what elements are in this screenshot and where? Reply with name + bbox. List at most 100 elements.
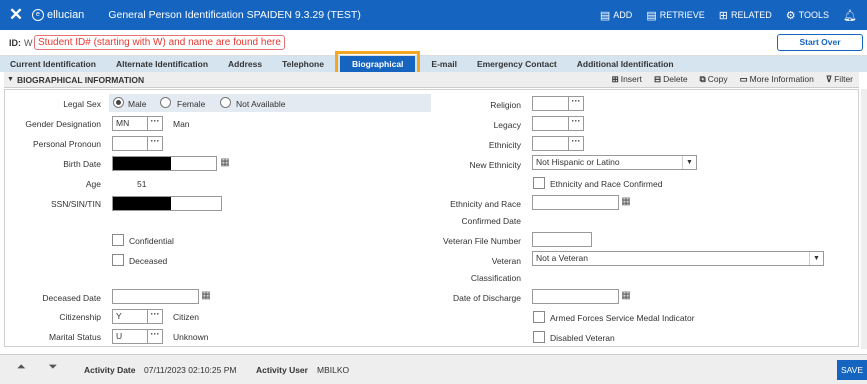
confidential-checkbox[interactable] (112, 234, 124, 246)
armed-forces-label: Armed Forces Service Medal Indicator (550, 313, 695, 323)
tools-button[interactable]: ⚙ TOOLS (786, 9, 829, 22)
activity-date-value: 07/11/2023 02:10:25 PM (144, 365, 237, 375)
veteran-classification-select[interactable]: Not a Veteran ▼ (532, 251, 824, 266)
female-radio[interactable] (160, 97, 171, 108)
eth-race-confirmed-label: Ethnicity and Race Confirmed (550, 179, 663, 189)
tab-telephone[interactable]: Telephone (272, 56, 334, 72)
gender-description: Man (173, 119, 190, 129)
new-ethnicity-label: New Ethnicity (469, 160, 522, 170)
copy-label: Copy (707, 74, 728, 84)
last-record-icon[interactable]: ⏷ (40, 361, 66, 377)
redacted-birth-date (113, 157, 171, 170)
activity-user-label: Activity User (256, 365, 308, 375)
male-radio[interactable] (113, 97, 124, 108)
collapse-icon[interactable]: ▼ (7, 76, 14, 83)
new-ethnicity-select[interactable]: Not Hispanic or Latino ▼ (532, 155, 697, 170)
ellucian-logo-icon: e (32, 9, 44, 21)
legacy-label: Legacy (493, 120, 521, 130)
ethnicity-label: Ethnicity (488, 140, 521, 150)
pronoun-lookup-button[interactable]: ··· (147, 136, 163, 151)
copy-button[interactable]: ⧉ Copy (700, 74, 728, 85)
ethnicity-lookup-button[interactable]: ··· (568, 136, 584, 151)
age-label: Age (85, 179, 101, 189)
start-over-button[interactable]: Start Over (777, 34, 863, 51)
tab-current-identification[interactable]: Current Identification (0, 56, 106, 72)
add-icon: ▤ (599, 9, 611, 22)
marital-status-field[interactable]: U (112, 329, 148, 344)
confidential-label: Confidential (129, 236, 174, 246)
ethnicity-field[interactable] (532, 136, 569, 151)
filter-button[interactable]: ⊽ Filter (826, 74, 853, 85)
tab-biographical[interactable]: Biographical (334, 51, 421, 77)
discharge-date-label: Date of Discharge (452, 293, 521, 303)
personal-pronoun-field[interactable] (112, 136, 148, 151)
discharge-date-field[interactable] (532, 289, 619, 304)
not-available-radio[interactable] (220, 97, 231, 108)
religion-label: Religion (490, 100, 521, 110)
tab-address[interactable]: Address (218, 56, 272, 72)
save-button[interactable]: SAVE (837, 360, 867, 380)
related-button[interactable]: ⊞ RELATED (719, 9, 772, 22)
citizenship-lookup-button[interactable]: ··· (147, 309, 163, 324)
more-information-label: More Information (749, 74, 814, 84)
legacy-field[interactable] (532, 116, 569, 131)
delete-button[interactable]: ⊟ Delete (654, 74, 688, 85)
vertical-scrollbar[interactable] (861, 89, 867, 349)
religion-lookup-button[interactable]: ··· (568, 96, 584, 111)
eth-race-confirmed-checkbox[interactable] (533, 177, 545, 189)
legal-sex-label: Legal Sex (63, 99, 101, 109)
page-title: General Person Identification SPAIDEN 9.… (108, 9, 361, 21)
id-label: ID: (9, 38, 21, 48)
related-icon: ⊞ (718, 9, 728, 22)
section-tools: ⊞ Insert ⊟ Delete ⧉ Copy ▭ More Information … (612, 74, 853, 85)
marital-description: Unknown (173, 332, 209, 342)
related-label: RELATED (730, 10, 772, 20)
close-icon[interactable]: ✕ (0, 5, 32, 25)
calendar-icon[interactable]: ▦ (619, 289, 633, 304)
calendar-icon[interactable]: ▦ (218, 156, 232, 171)
marital-status-label: Marital Status (49, 332, 101, 342)
armed-forces-checkbox[interactable] (533, 311, 545, 323)
more-information-button[interactable]: ▭ More Information (740, 74, 814, 85)
document-icon: ▭ (739, 74, 748, 84)
retrieve-button[interactable]: ▤ RETRIEVE (646, 9, 704, 22)
female-label: Female (177, 99, 206, 109)
gender-designation-label: Gender Designation (25, 119, 101, 129)
veteran-file-field[interactable] (532, 232, 592, 247)
chevron-down-icon: ▼ (682, 156, 696, 169)
gender-designation-field[interactable]: MN (112, 116, 148, 131)
citizenship-description: Citizen (173, 312, 199, 322)
delete-label: Delete (663, 74, 688, 84)
gender-lookup-button[interactable]: ··· (147, 116, 163, 131)
veteran-file-label: Veteran File Number (443, 236, 521, 246)
eth-race-date-label: Ethnicity and Race (450, 199, 521, 209)
tab-email[interactable]: E-mail (421, 56, 467, 72)
insert-button[interactable]: ⊞ Insert (612, 74, 642, 85)
religion-field[interactable] (532, 96, 569, 111)
top-bar: ✕ e ellucian General Person Identificatio… (0, 0, 867, 30)
deceased-date-field[interactable] (112, 289, 199, 304)
eth-race-date-label-2: Confirmed Date (461, 216, 521, 226)
disabled-veteran-checkbox[interactable] (533, 331, 545, 343)
ssn-label: SSN/SIN/TIN (50, 199, 101, 209)
notification-bell-icon[interactable]: 🔔︎ (843, 9, 857, 22)
brand-name: ellucian (47, 9, 85, 21)
legacy-lookup-button[interactable]: ··· (568, 116, 584, 131)
tab-additional-identification[interactable]: Additional Identification (567, 56, 684, 72)
tab-alternate-identification[interactable]: Alternate Identification (106, 56, 218, 72)
deceased-checkbox[interactable] (112, 254, 124, 266)
veteran-classification-label: Veteran (491, 256, 521, 266)
citizenship-label: Citizenship (59, 312, 101, 322)
retrieve-icon: ▤ (646, 9, 657, 22)
gear-icon: ⚙ (785, 9, 796, 22)
first-record-icon[interactable]: ⏶ (8, 361, 34, 377)
add-button[interactable]: ▤ ADD (600, 9, 632, 22)
calendar-icon[interactable]: ▦ (199, 289, 213, 304)
veteran-value: Not a Veteran (536, 253, 588, 263)
citizenship-field[interactable]: Y (112, 309, 148, 324)
eth-race-date-field[interactable] (532, 195, 619, 210)
calendar-icon[interactable]: ▦ (619, 195, 633, 210)
deceased-date-label: Deceased Date (42, 293, 101, 303)
tab-emergency-contact[interactable]: Emergency Contact (467, 56, 567, 72)
marital-lookup-button[interactable]: ··· (147, 329, 163, 344)
